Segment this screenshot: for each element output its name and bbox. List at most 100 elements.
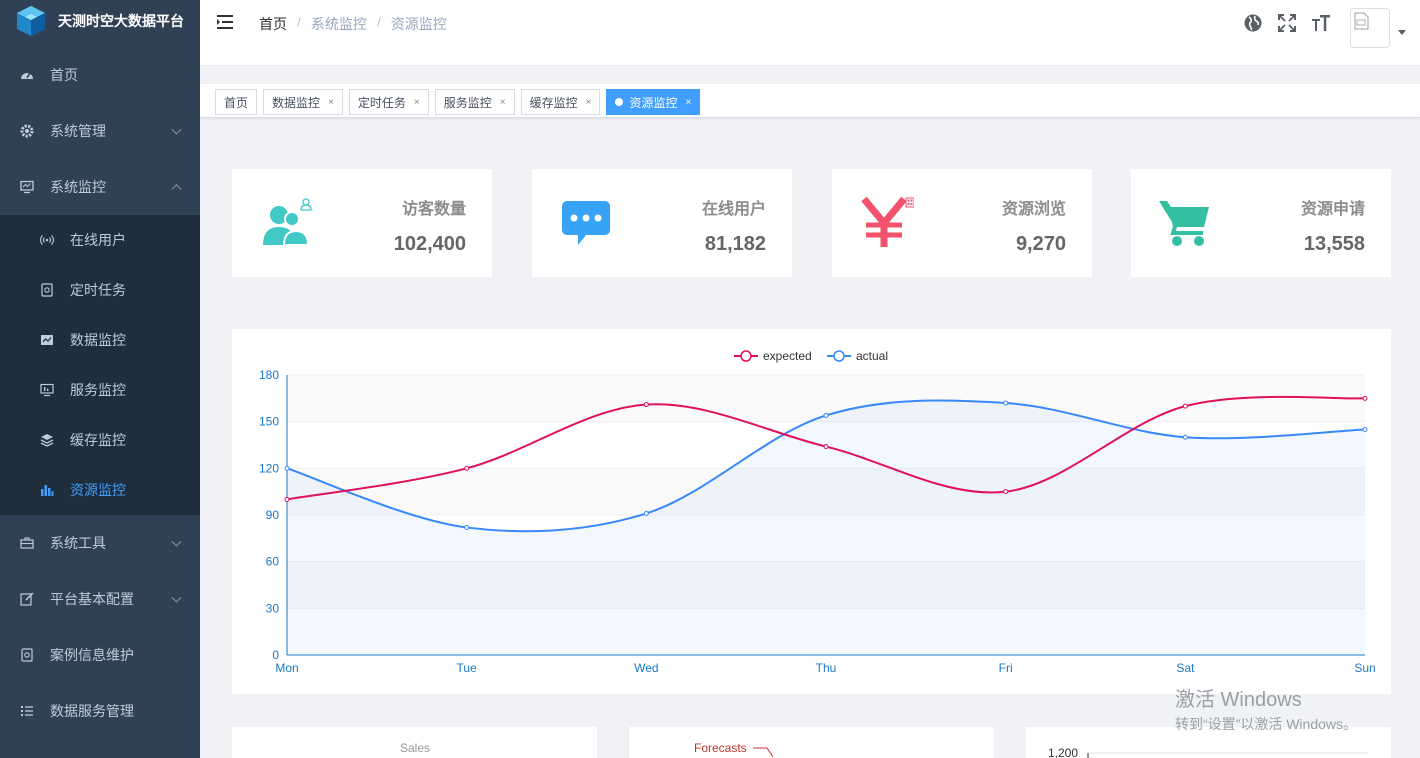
breadcrumb-current: 资源监控 [390, 16, 447, 32]
close-icon[interactable]: × [328, 97, 334, 108]
fullscreen-icon[interactable] [1276, 12, 1298, 34]
breadcrumb-home[interactable]: 首页 [259, 14, 287, 34]
tag-label: 数据监控 [272, 95, 321, 110]
watermark-line1: 激活 Windows [1175, 689, 1302, 711]
x-tick-label: Fri [999, 661, 1013, 675]
data-point-expected [1003, 489, 1009, 495]
shopping-cart-icon [1159, 201, 1209, 246]
line-chart[interactable]: 0 30 60 90 120 150 180 Mon Tue Wed Thu Fri Sat Sun exp… [232, 329, 1391, 694]
sub-item-label: 数据监控 [70, 332, 126, 348]
panel-online-users[interactable]: 在线用户 81,182 [532, 169, 792, 277]
monitor-icon [20, 180, 34, 194]
panel-label: 资源浏览 [1001, 201, 1066, 218]
tag-resource-monitor[interactable]: 资源监控 × [606, 89, 701, 115]
panel-label: 在线用户 [701, 201, 766, 218]
panel-value: 102,400 [393, 233, 466, 255]
sidebar-item-system-management[interactable]: 系统管理 [0, 103, 200, 159]
sales-chart-card: Sales [232, 727, 597, 758]
app-title: 天测时空大数据平台 [58, 13, 184, 29]
sub-item-label: 定时任务 [70, 282, 126, 298]
toolbox-icon [20, 536, 34, 550]
caret-down-icon[interactable] [1398, 30, 1406, 35]
close-icon[interactable]: × [586, 97, 592, 108]
sidebar-item-platform-config[interactable]: 平台基本配置 [0, 571, 200, 627]
panel-resource-views[interactable]: 资源浏览 9,270 [832, 169, 1092, 277]
data-point-actual [823, 412, 829, 418]
tag-label: 缓存监控 [529, 95, 578, 110]
sidebar-item-label: 平台基本配置 [50, 591, 134, 607]
tag-server-monitor[interactable]: 服务监控 × [434, 89, 515, 115]
sidebar-item-system-monitor[interactable]: 系统监控 [0, 159, 200, 215]
edit-icon [20, 592, 34, 606]
x-tick-label: Mon [275, 661, 298, 675]
line-chart-card: 0 30 60 90 120 150 180 Mon Tue Wed Thu Fri Sat Sun exp… [232, 329, 1391, 694]
submenu-system-monitor: 在线用户 定时任务 数据监控 服务监控 缓存监控 资源监控 [0, 215, 200, 515]
panel-text: 资源浏览 9,270 [1002, 195, 1066, 256]
avatar[interactable] [1350, 8, 1390, 48]
logo[interactable]: 天测时空大数据平台 [0, 0, 200, 42]
data-point-expected [1362, 395, 1368, 401]
sidebar-item-home[interactable]: 首页 [0, 47, 200, 103]
message-icon [562, 201, 610, 245]
sub-item-label: 缓存监控 [70, 432, 126, 448]
sidebar-item-label: 系统管理 [50, 123, 106, 139]
panel-value: 13,558 [1303, 233, 1365, 255]
data-point-actual [1362, 426, 1368, 432]
sidebar-item-label: 系统监控 [50, 179, 106, 195]
hamburger-icon[interactable] [217, 14, 235, 30]
y-tick-label: 30 [266, 601, 280, 615]
cube-logo-icon [17, 6, 45, 36]
panel-value: 81,182 [704, 233, 766, 255]
sidebar-item-case-info[interactable]: 案例信息维护 [0, 627, 200, 683]
x-tick-label: Sat [1176, 661, 1195, 675]
forecasts-leader-line [753, 747, 774, 758]
y-tick-label: 150 [259, 415, 279, 429]
tag-label: 定时任务 [357, 95, 406, 110]
panel-value: 9,270 [1015, 233, 1066, 255]
x-tick-label: Wed [634, 661, 658, 675]
legend-marker-actual [833, 350, 845, 362]
tags-list: 首页 数据监控 × 定时任务 × 服务监控 × 缓存监控 × 资源监控 × [215, 89, 706, 115]
sidebar-item-system-tools[interactable]: 系统工具 [0, 515, 200, 571]
sidebar-item-data-service[interactable]: 数据服务管理 [0, 683, 200, 739]
sidebar-item-server-monitor[interactable]: 服务监控 [0, 365, 200, 415]
font-size-icon[interactable] [1310, 12, 1332, 34]
windows-activation-watermark: 激活 Windows 转到“设置”以激活 Windows。 [1175, 683, 1357, 734]
druid-icon [40, 333, 54, 347]
x-tick-label: Sun [1354, 661, 1375, 675]
sidebar-item-cache-monitor[interactable]: 缓存监控 [0, 415, 200, 465]
panel-resource-requests[interactable]: 资源申请 13,558 [1131, 169, 1391, 277]
legend-label-expected: expected [763, 349, 812, 363]
sub-item-label: 服务监控 [70, 382, 126, 398]
panel-visitors[interactable]: 访客数量 102,400 [232, 169, 492, 277]
tag-scheduled-tasks[interactable]: 定时任务 × [348, 89, 429, 115]
forecasts-chart-card: Forecasts [629, 727, 994, 758]
close-icon[interactable]: × [500, 97, 506, 108]
x-tick-label: Tue [457, 661, 478, 675]
job-icon [40, 283, 54, 297]
sidebar-item-resource-monitor[interactable]: 资源监控 [0, 465, 200, 515]
gear-icon [20, 124, 34, 138]
data-point-actual [1003, 400, 1009, 406]
tag-home[interactable]: 首页 [215, 89, 258, 115]
data-point-expected [643, 402, 649, 408]
data-point-actual [464, 524, 470, 530]
globe-icon[interactable] [1242, 12, 1264, 34]
sidebar-item-online-users[interactable]: 在线用户 [0, 215, 200, 265]
close-icon[interactable]: × [685, 97, 691, 108]
close-icon[interactable]: × [414, 97, 420, 108]
layers-icon [40, 433, 54, 447]
sidebar: 天测时空大数据平台 首页 系统管理 系统监控 在线用户 定时任务 数据监控 服务… [0, 0, 200, 758]
data-point-actual [643, 510, 649, 516]
list-icon [20, 704, 34, 718]
tag-cache-monitor[interactable]: 缓存监控 × [520, 89, 601, 115]
sidebar-item-data-monitor[interactable]: 数据监控 [0, 315, 200, 365]
panel-text: 在线用户 81,182 [702, 195, 766, 256]
broken-image-icon [1354, 12, 1369, 30]
tag-data-monitor[interactable]: 数据监控 × [263, 89, 343, 115]
sidebar-item-scheduled-tasks[interactable]: 定时任务 [0, 265, 200, 315]
bar-chart-icon [40, 483, 54, 497]
tag-label: 服务监控 [443, 95, 492, 110]
peoples-icon [263, 198, 312, 246]
watermark-line2: 转到“设置”以激活 Windows。 [1175, 716, 1358, 732]
